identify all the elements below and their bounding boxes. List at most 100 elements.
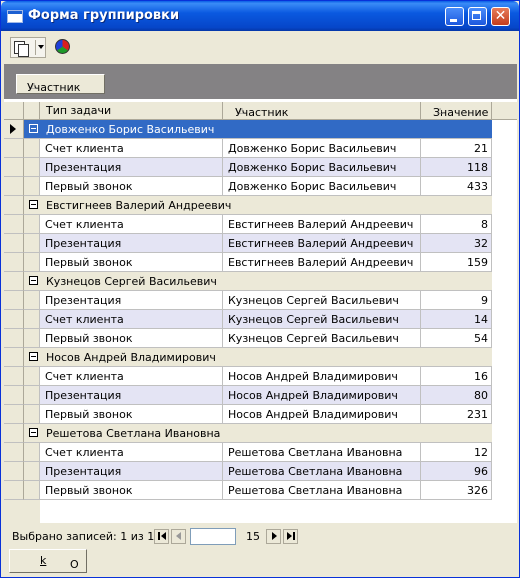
maximize-button[interactable] (468, 7, 487, 26)
cell-participant[interactable]: Кузнецов Сергей Васильевич (223, 329, 421, 348)
group-row[interactable]: Решетова Светлана Ивановна (4, 424, 492, 443)
cell-task[interactable]: Счет клиента (40, 215, 223, 234)
cell-task[interactable]: Первый звонок (40, 481, 223, 500)
copy-dropdown-button[interactable] (10, 37, 46, 58)
row-indicator[interactable] (4, 310, 24, 329)
cell-value[interactable]: 159 (421, 253, 492, 272)
cell-task[interactable]: Счет клиента (40, 310, 223, 329)
cell-value[interactable]: 9 (421, 291, 492, 310)
cell-task[interactable]: Презентация (40, 291, 223, 310)
group-row[interactable]: Носов Андрей Владимирович (4, 348, 492, 367)
cell-task[interactable]: Счет клиента (40, 367, 223, 386)
table-row[interactable]: Первый звонок Евстигнеев Валерий Андрееви… (4, 253, 492, 272)
cell-participant[interactable]: Кузнецов Сергей Васильевич (223, 291, 421, 310)
table-row[interactable]: Счет клиента Носов Андрей Владимирович 16 (4, 367, 492, 386)
group-header[interactable]: Решетова Светлана Ивановна (24, 424, 492, 443)
cell-value[interactable]: 326 (421, 481, 492, 500)
cell-participant[interactable]: Решетова Светлана Ивановна (223, 443, 421, 462)
chevron-down-icon[interactable] (38, 45, 44, 49)
collapse-icon[interactable] (29, 352, 38, 361)
group-header[interactable]: Евстигнеев Валерий Андреевич (24, 196, 492, 215)
cell-value[interactable]: 96 (421, 462, 492, 481)
cell-task[interactable]: Первый звонок (40, 405, 223, 424)
cell-value[interactable]: 32 (421, 234, 492, 253)
row-indicator[interactable] (4, 139, 24, 158)
cell-participant[interactable]: Носов Андрей Владимирович (223, 386, 421, 405)
group-row[interactable]: Кузнецов Сергей Васильевич (4, 272, 492, 291)
table-row[interactable]: Презентация Довженко Борис Васильевич 118 (4, 158, 492, 177)
cell-value[interactable]: 8 (421, 215, 492, 234)
last-record-button[interactable] (283, 529, 298, 544)
table-row[interactable]: Презентация Решетова Светлана Ивановна 96 (4, 462, 492, 481)
cell-task[interactable]: Первый звонок (40, 253, 223, 272)
collapse-icon[interactable] (29, 428, 38, 437)
cell-task[interactable]: Первый звонок (40, 177, 223, 196)
row-indicator[interactable] (4, 196, 24, 215)
column-header-task[interactable]: Тип задачи (40, 102, 223, 120)
column-header-value[interactable]: Значение △ (421, 102, 492, 120)
row-indicator[interactable] (4, 424, 24, 443)
cell-value[interactable]: 12 (421, 443, 492, 462)
row-indicator[interactable] (4, 481, 24, 500)
cell-value[interactable]: 231 (421, 405, 492, 424)
close-button[interactable]: ✕ (491, 7, 510, 26)
record-number-input[interactable] (190, 528, 236, 545)
row-indicator[interactable] (4, 272, 24, 291)
table-row[interactable]: Первый звонок Носов Андрей Владимирович 23… (4, 405, 492, 424)
cell-participant[interactable]: Решетова Светлана Ивановна (223, 481, 421, 500)
cell-value[interactable]: 54 (421, 329, 492, 348)
cell-value[interactable]: 80 (421, 386, 492, 405)
table-row[interactable]: Счет клиента Кузнецов Сергей Васильевич 14 (4, 310, 492, 329)
cell-value[interactable]: 21 (421, 139, 492, 158)
table-row[interactable]: Счет клиента Решетова Светлана Ивановна 12 (4, 443, 492, 462)
group-row[interactable]: Довженко Борис Васильевич (4, 120, 492, 139)
table-row[interactable]: Первый звонок Довженко Борис Васильевич 43… (4, 177, 492, 196)
table-row[interactable]: Первый звонок Решетова Светлана Ивановна 3… (4, 481, 492, 500)
cell-task[interactable]: Счет клиента (40, 443, 223, 462)
cell-task[interactable]: Презентация (40, 234, 223, 253)
collapse-icon[interactable] (29, 276, 38, 285)
ok-button[interactable]: Оk (9, 549, 87, 573)
cell-participant[interactable]: Довженко Борис Васильевич (223, 158, 421, 177)
collapse-icon[interactable] (29, 200, 38, 209)
title-bar[interactable]: Форма группировки ✕ (1, 1, 519, 31)
row-indicator[interactable] (4, 405, 24, 424)
prev-record-button[interactable] (171, 529, 186, 544)
cell-task[interactable]: Презентация (40, 462, 223, 481)
row-indicator[interactable] (4, 253, 24, 272)
group-by-chip-participant[interactable]: Участник △ (16, 74, 105, 94)
row-indicator[interactable] (4, 177, 24, 196)
cell-participant[interactable]: Носов Андрей Владимирович (223, 405, 421, 424)
row-indicator[interactable] (4, 348, 24, 367)
row-indicator[interactable] (4, 329, 24, 348)
cell-participant[interactable]: Евстигнеев Валерий Андреевич (223, 234, 421, 253)
cell-participant[interactable]: Кузнецов Сергей Васильевич (223, 310, 421, 329)
row-indicator[interactable] (4, 120, 24, 139)
minimize-button[interactable] (445, 7, 464, 26)
cell-task[interactable]: Счет клиента (40, 139, 223, 158)
table-row[interactable]: Счет клиента Довженко Борис Васильевич 21 (4, 139, 492, 158)
cell-participant[interactable]: Решетова Светлана Ивановна (223, 462, 421, 481)
row-indicator[interactable] (4, 386, 24, 405)
cell-participant[interactable]: Довженко Борис Васильевич (223, 139, 421, 158)
cell-participant[interactable]: Довженко Борис Васильевич (223, 177, 421, 196)
row-indicator[interactable] (4, 443, 24, 462)
group-header[interactable]: Кузнецов Сергей Васильевич (24, 272, 492, 291)
table-row[interactable]: Первый звонок Кузнецов Сергей Васильевич 5… (4, 329, 492, 348)
cell-value[interactable]: 118 (421, 158, 492, 177)
table-row[interactable]: Счет клиента Евстигнеев Валерий Андреевич… (4, 215, 492, 234)
group-header[interactable]: Довженко Борис Васильевич (24, 120, 492, 139)
row-indicator[interactable] (4, 158, 24, 177)
column-header-participant[interactable]: Участник △ (223, 102, 421, 120)
cell-task[interactable]: Презентация (40, 158, 223, 177)
cell-participant[interactable]: Носов Андрей Владимирович (223, 367, 421, 386)
cell-task[interactable]: Презентация (40, 386, 223, 405)
row-indicator[interactable] (4, 291, 24, 310)
table-row[interactable]: Презентация Евстигнеев Валерий Андреевич 3… (4, 234, 492, 253)
group-row[interactable]: Евстигнеев Валерий Андреевич (4, 196, 492, 215)
table-row[interactable]: Презентация Носов Андрей Владимирович 80 (4, 386, 492, 405)
cell-value[interactable]: 433 (421, 177, 492, 196)
cell-value[interactable]: 14 (421, 310, 492, 329)
group-header[interactable]: Носов Андрей Владимирович (24, 348, 492, 367)
cell-task[interactable]: Первый звонок (40, 329, 223, 348)
